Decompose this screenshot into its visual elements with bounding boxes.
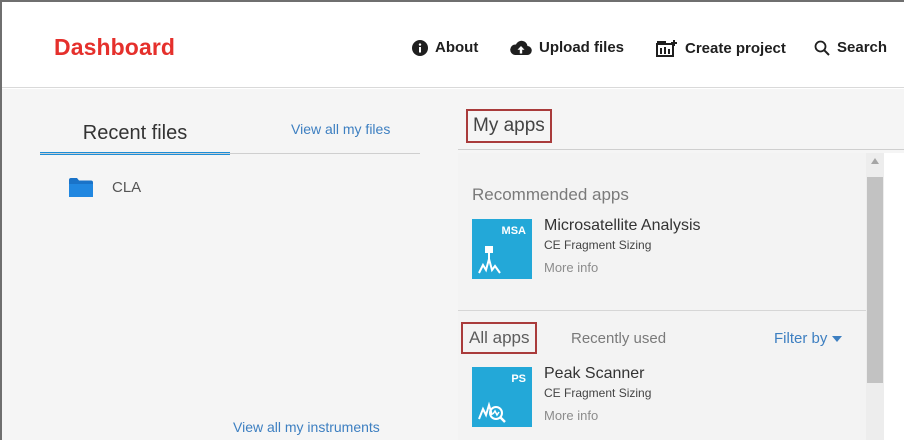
view-all-files-link[interactable]: View all my files [291,121,390,137]
app-name[interactable]: Microsatellite Analysis [544,217,701,235]
more-info-link[interactable]: More info [544,408,651,423]
view-all-instruments-link[interactable]: View all my instruments [233,419,380,435]
upload-files-label: Upload files [539,39,625,56]
filter-by-dropdown[interactable]: Filter by [774,330,843,347]
file-name: CLA [112,179,142,196]
search-label: Search [837,39,888,56]
scroll-up-arrow-icon[interactable] [871,158,879,164]
tab-my-apps[interactable]: My apps [466,109,552,143]
app-category: CE Fragment Sizing [544,238,652,252]
app-category: CE Fragment Sizing [544,386,652,400]
filter-label: Filter by [774,330,828,347]
my-apps-divider [458,149,904,150]
search-icon [814,40,830,56]
search-button[interactable]: Search [814,39,887,56]
apps-scrollbar[interactable] [866,153,884,440]
app-abbr: MSA [501,225,526,237]
app-window: Dashboard About Upload files Create proj… [0,0,904,440]
file-item-cla[interactable]: CLA [68,177,141,198]
recommended-apps-heading: Recommended apps [472,185,629,204]
info-icon [412,39,428,56]
app-info: Peak Scanner CE Fragment Sizing More inf… [544,365,652,427]
tab-recent-files[interactable]: Recent files [40,117,230,155]
dashboard-title[interactable]: Dashboard [54,34,175,61]
app-abbr: PS [511,373,526,385]
app-card-peak-scanner[interactable]: PS Peak Scanner CE Fragment Sizing More … [472,365,652,427]
tab-recently-used[interactable]: Recently used [571,330,666,347]
caret-down-icon [832,335,843,342]
about-label: About [435,39,479,56]
ps-app-icon[interactable]: PS [472,367,532,427]
about-button[interactable]: About [412,39,478,56]
tab-all-apps[interactable]: All apps [461,322,538,354]
msa-app-icon[interactable]: MSA [472,219,532,279]
create-project-icon [656,40,677,57]
more-info-link[interactable]: More info [544,260,701,275]
top-header: Dashboard About Upload files Create proj… [2,2,904,88]
create-project-button[interactable]: Create project [656,39,786,57]
right-edge-panel [884,153,904,440]
dashboard-content: Recent files View all my files CLA View … [2,89,904,440]
apps-section-divider [458,310,866,311]
app-name[interactable]: Peak Scanner [544,365,651,383]
peak-scanner-icon [478,401,506,423]
cloud-upload-icon [510,40,532,55]
upload-files-button[interactable]: Upload files [510,39,624,56]
create-project-label: Create project [685,39,786,57]
app-card-msa[interactable]: MSA Microsatellite Analysis CE Fragment … [472,217,701,279]
scrollbar-thumb[interactable] [867,177,883,383]
microsatellite-icon [478,246,501,274]
app-info: Microsatellite Analysis CE Fragment Sizi… [544,217,701,279]
folder-icon [69,178,93,197]
recent-files-divider [40,153,420,154]
